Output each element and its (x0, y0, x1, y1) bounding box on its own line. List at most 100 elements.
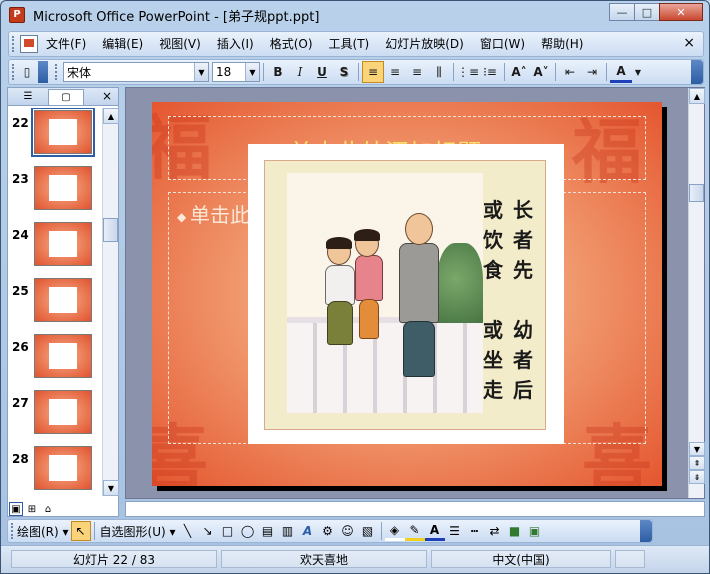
close-document-button[interactable]: × (683, 35, 695, 51)
list-item[interactable]: 23 (8, 164, 102, 214)
insert-picture-icon[interactable]: ▧ (358, 521, 378, 541)
menu-edit[interactable]: 编辑(E) (94, 33, 151, 55)
new-document-icon[interactable]: ▯ (16, 61, 38, 83)
slide-thumbnail[interactable] (34, 390, 92, 434)
separator (358, 63, 359, 81)
vertical-textbox-icon[interactable]: ▥ (278, 521, 298, 541)
slide-sorter-icon[interactable]: ⊞ (25, 502, 39, 516)
line-color-icon[interactable]: ✎ (404, 521, 425, 541)
italic-button[interactable]: I (289, 61, 311, 83)
normal-view-icon[interactable]: ▣ (9, 502, 23, 516)
line-icon[interactable]: ╲ (178, 521, 198, 541)
minimize-button[interactable]: — (609, 3, 635, 21)
menu-help[interactable]: 帮助(H) (533, 33, 591, 55)
increase-indent-button[interactable]: ⇥ (581, 61, 603, 83)
chevron-down-icon[interactable]: ▼ (245, 63, 259, 81)
slide-thumbnail[interactable] (34, 166, 92, 210)
list-item[interactable]: 26 (8, 332, 102, 382)
shadow-button[interactable]: S (333, 61, 355, 83)
3d-style-icon[interactable]: ▣ (525, 521, 545, 541)
draw-font-color-icon[interactable]: A (424, 521, 445, 541)
fill-color-icon[interactable]: ◈ (384, 521, 405, 541)
powerpoint-app-icon[interactable]: P (9, 7, 25, 23)
slide-thumbnail[interactable] (34, 334, 92, 378)
slide-picture[interactable]: 长者先 或饮食 幼者后 或坐走 (248, 144, 564, 444)
bullets-button[interactable]: ⁝≡ (479, 61, 501, 83)
menubar-grip[interactable] (12, 36, 16, 52)
autoshapes-button[interactable]: 自选图形(U) ▾ (98, 521, 178, 541)
document-menu-icon[interactable] (20, 35, 38, 53)
notes-pane[interactable] (125, 501, 705, 517)
slide-thumbnail[interactable] (31, 108, 95, 157)
draw-menu-button[interactable]: 绘图(R) ▾ (15, 521, 71, 541)
wordart-icon[interactable]: A (298, 521, 318, 541)
toolbar-options-chevron[interactable] (691, 60, 703, 84)
close-panel-icon[interactable]: × (102, 89, 112, 103)
slide-thumbnail[interactable] (34, 278, 92, 322)
bridge-illustration (287, 323, 483, 413)
current-slide[interactable]: 福 福 喜 喜 单击此处添加标题 单击此 (152, 102, 662, 486)
underline-button[interactable]: U (311, 61, 333, 83)
shadow-style-icon[interactable]: ■ (505, 521, 525, 541)
diagram-icon[interactable]: ⚙ (318, 521, 338, 541)
chevron-down-icon[interactable]: ▼ (632, 61, 644, 83)
arrow-icon[interactable]: ↘ (198, 521, 218, 541)
previous-slide-icon[interactable]: ⇞ (689, 456, 705, 470)
rectangle-icon[interactable]: □ (218, 521, 238, 541)
menu-window[interactable]: 窗口(W) (472, 33, 533, 55)
font-size-select[interactable]: 18 ▼ (212, 62, 260, 82)
menu-tools[interactable]: 工具(T) (321, 33, 378, 55)
increase-font-size-button[interactable]: A˄ (508, 61, 530, 83)
distribute-button[interactable]: ⫼ (428, 61, 450, 83)
textbox-icon[interactable]: ▤ (258, 521, 278, 541)
font-name-select[interactable]: 宋体 ▼ (63, 62, 209, 82)
slide-show-icon[interactable]: ⌂ (41, 502, 55, 516)
list-item[interactable]: 24 (8, 220, 102, 270)
scroll-up-icon[interactable]: ▲ (689, 88, 705, 104)
menu-slideshow[interactable]: 幻灯片放映(D) (377, 33, 472, 55)
slide-number: 27 (12, 396, 29, 410)
slide-number: 24 (12, 228, 29, 242)
oval-icon[interactable]: ◯ (238, 521, 258, 541)
slide-thumbnail[interactable] (34, 222, 92, 266)
outline-tab[interactable]: ☰ (10, 89, 46, 105)
list-item[interactable]: 22 (8, 108, 102, 158)
scroll-down-icon[interactable]: ▼ (689, 442, 705, 456)
line-style-icon[interactable]: ☰ (445, 521, 465, 541)
next-slide-icon[interactable]: ⇟ (689, 470, 705, 484)
numbering-button[interactable]: ⋮≡ (457, 61, 479, 83)
list-item[interactable]: 28 (8, 444, 102, 494)
scrollbar-thumb[interactable] (689, 184, 704, 202)
scroll-up-icon[interactable]: ▲ (103, 108, 119, 124)
decrease-font-size-button[interactable]: A˅ (530, 61, 552, 83)
toolbar-options-chevron[interactable] (640, 520, 652, 542)
bold-button[interactable]: B (267, 61, 289, 83)
thumbnail-scrollbar[interactable]: ▲ ▼ (102, 108, 119, 496)
close-window-button[interactable]: ✕ (659, 3, 703, 21)
scrollbar-thumb[interactable] (103, 218, 118, 242)
slide-thumbnail[interactable] (34, 446, 92, 490)
menu-format[interactable]: 格式(O) (262, 33, 321, 55)
list-item[interactable]: 25 (8, 276, 102, 326)
list-item[interactable]: 27 (8, 388, 102, 438)
font-color-button[interactable]: A (610, 61, 632, 83)
toolbar-options-chevron[interactable] (38, 61, 48, 83)
dash-style-icon[interactable]: ┅ (465, 521, 485, 541)
select-objects-icon[interactable]: ↖ (70, 521, 91, 541)
align-left-button[interactable]: ≡ (362, 61, 384, 83)
language-status: 中文(中国) (431, 550, 611, 568)
slide-scrollbar[interactable]: ▲ ▼ ⇞ ⇟ (688, 88, 705, 498)
align-center-button[interactable]: ≡ (384, 61, 406, 83)
arrow-style-icon[interactable]: ⇄ (485, 521, 505, 541)
clipart-icon[interactable]: ☺ (338, 521, 358, 541)
chevron-down-icon[interactable]: ▼ (194, 63, 208, 81)
scroll-down-icon[interactable]: ▼ (103, 480, 119, 496)
toolbar-grip-2[interactable] (55, 64, 59, 80)
decrease-indent-button[interactable]: ⇤ (559, 61, 581, 83)
menu-insert[interactable]: 插入(I) (209, 33, 262, 55)
align-right-button[interactable]: ≡ (406, 61, 428, 83)
maximize-button[interactable]: □ (634, 3, 660, 21)
menu-view[interactable]: 视图(V) (151, 33, 209, 55)
menu-file[interactable]: 文件(F) (38, 33, 94, 55)
slides-tab[interactable]: ▢ (48, 88, 84, 105)
